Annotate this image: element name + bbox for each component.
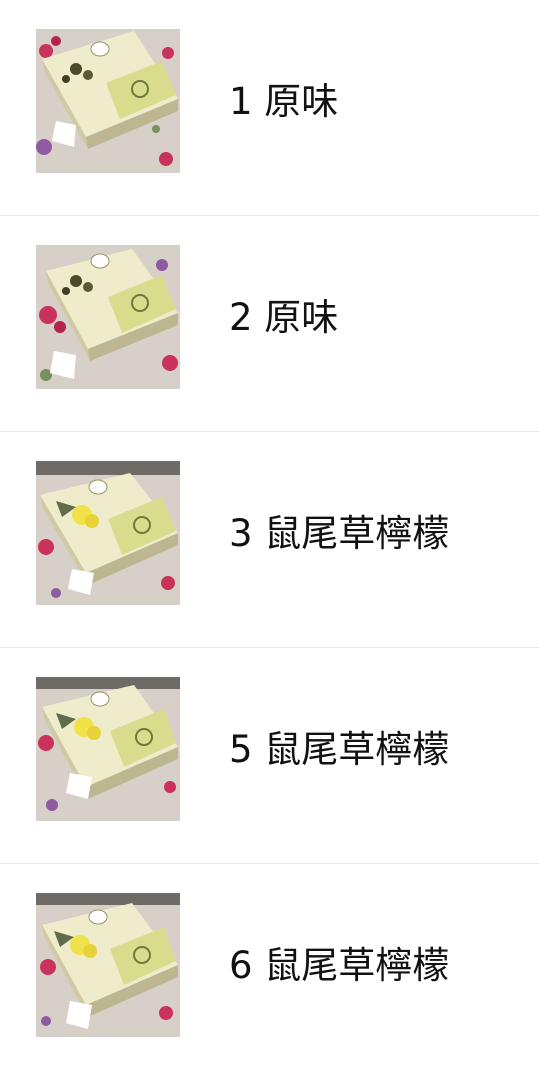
olive-soap-box-image [36, 893, 180, 1037]
item-label: 3 鼠尾草檸檬 [229, 512, 450, 555]
olive-soap-box-image [36, 245, 180, 389]
item-label: 2 原味 [229, 296, 339, 339]
list-item[interactable]: 3 鼠尾草檸檬 [0, 432, 539, 648]
olive-soap-box-image [36, 677, 180, 821]
list-item[interactable]: 6 鼠尾草檸檬 [0, 864, 539, 1080]
list-item[interactable]: 1 原味 [0, 0, 539, 216]
list-item[interactable]: 2 原味 [0, 216, 539, 432]
olive-soap-box-image [36, 461, 180, 605]
item-label: 5 鼠尾草檸檬 [229, 728, 450, 771]
item-label: 6 鼠尾草檸檬 [229, 944, 450, 987]
list-item[interactable]: 5 鼠尾草檸檬 [0, 648, 539, 864]
item-label: 1 原味 [229, 80, 339, 123]
olive-soap-box-image [36, 29, 180, 173]
product-list: 1 原味 2 原味 3 鼠尾草檸檬 5 鼠尾草檸檬 6 鼠尾草檸檬 [0, 0, 539, 1072]
